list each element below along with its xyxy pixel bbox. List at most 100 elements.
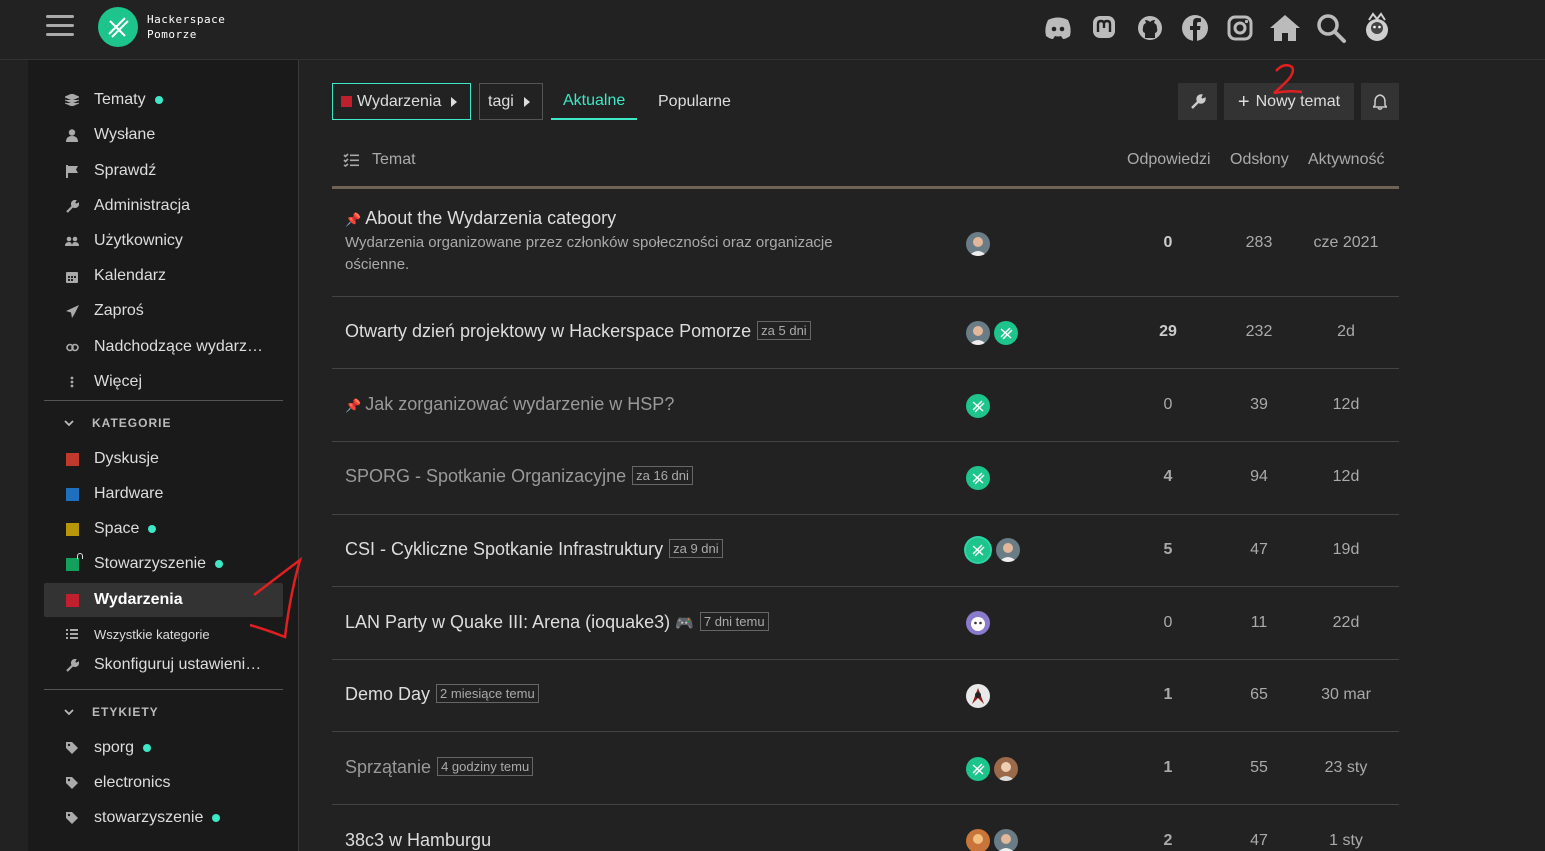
activity-date[interactable]: 12d <box>1306 396 1386 414</box>
sidebar-item-admin[interactable]: Administracja <box>44 189 283 223</box>
tab-top[interactable]: Popularne <box>646 83 743 120</box>
avatar[interactable] <box>966 757 990 781</box>
sidebar-item-sent[interactable]: Wysłane <box>44 118 283 152</box>
topic-row[interactable]: SPORG - Spotkanie Organizacyjne za 16 dni… <box>332 442 1399 515</box>
category-label: Stowarzyszenie <box>94 555 207 572</box>
sidebar-item-review[interactable]: Sprawdź <box>44 154 283 188</box>
chevron-down-icon <box>64 416 78 430</box>
tab-latest[interactable]: Aktualne <box>551 83 638 120</box>
search-icon[interactable] <box>1313 10 1349 46</box>
sidebar-category-space[interactable]: Space <box>44 512 283 546</box>
category-label: Dyskusje <box>94 450 159 467</box>
sidebar-category-dyskusje[interactable]: Dyskusje <box>44 442 283 476</box>
avatar[interactable] <box>994 829 1018 851</box>
tags-dropdown[interactable]: tagi <box>479 83 543 120</box>
topic-row[interactable]: 📌 About the Wydarzenia category Wydarzeni… <box>332 192 1399 297</box>
topic-row[interactable]: Demo Day 2 miesiące temu 1 65 30 mar <box>332 660 1399 732</box>
topic-title-link[interactable]: CSI - Cykliczne Spotkanie Infrastruktury… <box>345 539 723 560</box>
topic-row[interactable]: 38c3 w Hamburgu 2 47 1 sty <box>332 805 1399 851</box>
topic-title-link[interactable]: LAN Party w Quake III: Arena (ioquake3) … <box>345 612 769 633</box>
bulk-select-icon[interactable] <box>343 153 359 167</box>
mastodon-icon[interactable] <box>1086 10 1122 46</box>
topic-row[interactable]: CSI - Cykliczne Spotkanie Infrastruktury… <box>332 515 1399 587</box>
replies-count[interactable]: 29 <box>1128 323 1208 341</box>
avatar[interactable] <box>966 684 990 708</box>
topic-row[interactable]: 📌 Jak zorganizować wydarzenie w HSP? 0 39… <box>332 369 1399 442</box>
sidebar-tag-sporg[interactable]: sporg <box>44 731 283 765</box>
activity-date[interactable]: 12d <box>1306 468 1386 486</box>
replies-count[interactable]: 5 <box>1128 541 1208 559</box>
sidebar-item-users[interactable]: Użytkownicy <box>44 224 283 258</box>
all-categories-label: Wszystkie kategorie <box>94 626 210 642</box>
column-header-topic[interactable]: Temat <box>372 151 416 169</box>
replies-count[interactable]: 0 <box>1128 614 1208 632</box>
sidebar-configure-categories[interactable]: Skonfiguruj ustawieni… <box>44 648 283 682</box>
topic-title-link[interactable]: SPORG - Spotkanie Organizacyjne za 16 dni <box>345 466 693 487</box>
notifications-button[interactable] <box>1361 83 1399 120</box>
instagram-icon[interactable] <box>1222 10 1258 46</box>
topic-title-link[interactable]: Otwarty dzień projektowy w Hackerspace P… <box>345 321 811 342</box>
topic-row[interactable]: Otwarty dzień projektowy w Hackerspace P… <box>332 297 1399 369</box>
avatar[interactable] <box>994 757 1018 781</box>
sidebar-item-upcoming-events[interactable]: Nadchodzące wydarz… <box>44 330 283 364</box>
sidebar-item-invite[interactable]: Zaproś <box>44 294 283 328</box>
topic-list-header: Temat Odpowiedzi Odsłony Aktywność <box>332 140 1399 189</box>
replies-count[interactable]: 1 <box>1128 759 1208 777</box>
sidebar-category-hardware[interactable]: Hardware <box>44 477 283 511</box>
discord-icon[interactable] <box>1040 10 1076 46</box>
activity-date[interactable]: 23 sty <box>1306 759 1386 777</box>
activity-date[interactable]: 1 sty <box>1306 832 1386 850</box>
facebook-icon[interactable] <box>1177 10 1213 46</box>
topic-title-link[interactable]: 📌 About the Wydarzenia category <box>345 208 616 229</box>
avatar[interactable] <box>966 829 990 851</box>
avatar[interactable] <box>996 538 1020 562</box>
home-icon[interactable] <box>1267 10 1303 46</box>
category-admin-button[interactable] <box>1178 83 1217 120</box>
avatar[interactable] <box>966 232 990 256</box>
sidebar-tag-electronics[interactable]: electronics <box>44 766 283 800</box>
site-logo[interactable] <box>98 7 138 47</box>
avatar[interactable] <box>966 538 990 562</box>
topic-title: Otwarty dzień projektowy w Hackerspace P… <box>345 321 752 341</box>
replies-count[interactable]: 0 <box>1128 234 1208 252</box>
configure-label: Skonfiguruj ustawieni… <box>94 656 262 673</box>
category-dropdown[interactable]: Wydarzenia <box>332 83 471 120</box>
avatar[interactable] <box>966 466 990 490</box>
topic-title-link[interactable]: 📌 Jak zorganizować wydarzenie w HSP? <box>345 394 674 415</box>
sidebar-item-topics[interactable]: Tematy <box>44 83 283 117</box>
hamburger-menu-icon[interactable] <box>46 15 74 39</box>
sidebar-item-calendar[interactable]: Kalendarz <box>44 259 283 293</box>
topic-row[interactable]: Sprzątanie 4 godziny temu 1 55 23 sty <box>332 732 1399 805</box>
topic-title-link[interactable]: 38c3 w Hamburgu <box>345 830 491 851</box>
column-header-views[interactable]: Odsłony <box>1230 151 1289 169</box>
users-icon <box>64 236 80 247</box>
avatar[interactable] <box>994 321 1018 345</box>
column-header-activity[interactable]: Aktywność <box>1308 151 1384 169</box>
column-header-replies[interactable]: Odpowiedzi <box>1127 151 1211 169</box>
topic-title-link[interactable]: Demo Day 2 miesiące temu <box>345 684 539 705</box>
activity-date[interactable]: 19d <box>1306 541 1386 559</box>
sidebar-item-label: Wysłane <box>94 126 156 143</box>
views-count: 11 <box>1250 614 1268 631</box>
new-content-dot <box>143 744 152 752</box>
replies-count[interactable]: 0 <box>1128 396 1208 414</box>
sidebar-tag-stowarzyszenie[interactable]: stowarzyszenie <box>44 801 283 835</box>
site-name[interactable]: Hackerspace Pomorze <box>147 12 225 42</box>
sidebar-item-more[interactable]: Więcej <box>44 365 283 399</box>
replies-count[interactable]: 1 <box>1128 686 1208 704</box>
github-icon[interactable] <box>1132 10 1168 46</box>
activity-date[interactable]: cze 2021 <box>1306 234 1386 252</box>
activity-date[interactable]: 30 mar <box>1306 686 1386 704</box>
tags-section-header[interactable]: ETYKIETY <box>44 697 283 727</box>
topic-row[interactable]: LAN Party w Quake III: Arena (ioquake3) … <box>332 587 1399 660</box>
avatar[interactable] <box>966 321 990 345</box>
activity-date[interactable]: 2d <box>1306 323 1386 341</box>
user-avatar[interactable] <box>1359 10 1395 46</box>
activity-date[interactable]: 22d <box>1306 614 1386 632</box>
avatar[interactable] <box>966 394 990 418</box>
replies-count[interactable]: 2 <box>1128 832 1208 850</box>
categories-section-header[interactable]: KATEGORIE <box>44 408 283 438</box>
replies-count[interactable]: 4 <box>1128 468 1208 486</box>
avatar[interactable] <box>966 611 990 635</box>
topic-title-link[interactable]: Sprzątanie 4 godziny temu <box>345 757 534 778</box>
